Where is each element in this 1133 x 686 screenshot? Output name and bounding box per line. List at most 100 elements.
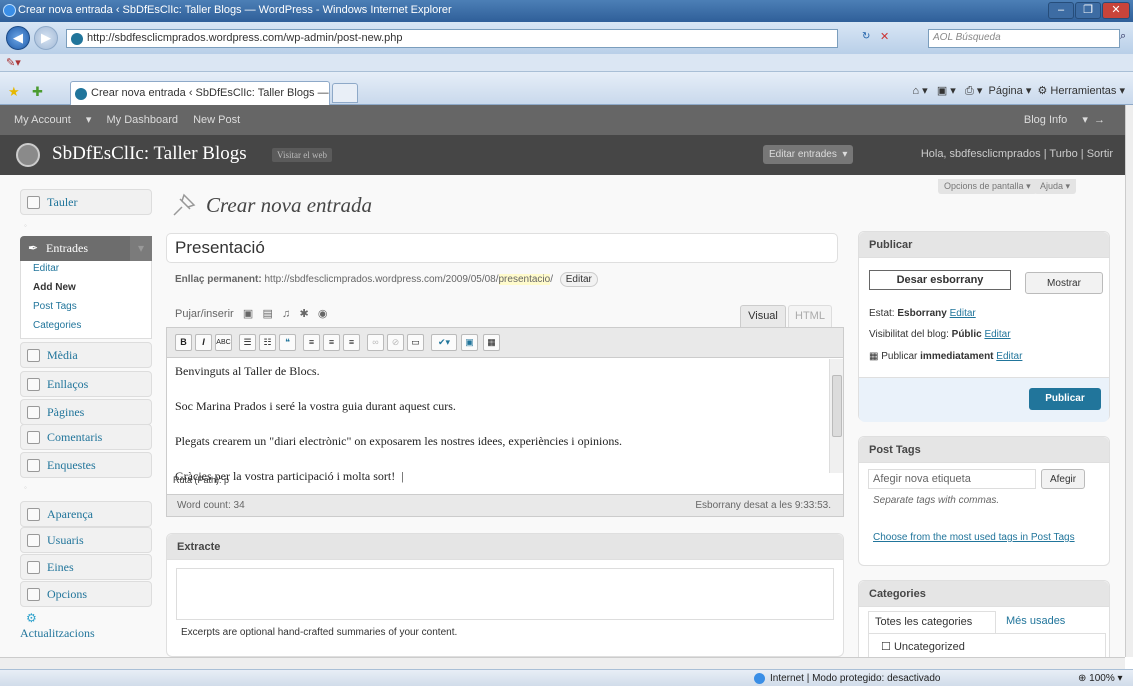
tab-html[interactable]: HTML bbox=[788, 305, 832, 327]
menu-settings[interactable]: Opcions bbox=[20, 581, 152, 607]
menu-media[interactable]: Mèdia bbox=[20, 342, 152, 368]
editor-scrollbar[interactable] bbox=[829, 359, 843, 473]
tab-visual[interactable]: Visual bbox=[740, 305, 786, 327]
search-input[interactable]: AOL Búsqueda bbox=[928, 29, 1120, 48]
new-tab-button[interactable] bbox=[332, 83, 358, 103]
preview-button[interactable]: Mostrar bbox=[1025, 272, 1103, 294]
close-window-button[interactable]: ✕ bbox=[1102, 2, 1130, 19]
tag-input[interactable]: Afegir nova etiqueta bbox=[868, 469, 1036, 489]
page-vertical-scrollbar[interactable] bbox=[1125, 105, 1133, 657]
menu-entries[interactable]: ✒ Entrades ▾ bbox=[20, 236, 152, 261]
link-icon[interactable]: ∞ bbox=[367, 334, 384, 351]
bullet-list-icon[interactable]: ☰ bbox=[239, 334, 256, 351]
home-icon bbox=[27, 196, 40, 209]
align-center-icon[interactable]: ≡ bbox=[323, 334, 340, 351]
unlink-icon[interactable]: ⊘ bbox=[387, 334, 404, 351]
category-checkbox[interactable]: ☐ bbox=[881, 641, 891, 653]
submenu-edit[interactable]: Editar bbox=[21, 261, 151, 280]
address-bar[interactable]: http://sbdfesclicmprados.wordpress.com/w… bbox=[66, 29, 838, 48]
editor-content[interactable]: Benvinguts al Taller de Blocs. Soc Marin… bbox=[175, 364, 825, 504]
page-menu[interactable]: Página ▾ bbox=[989, 85, 1032, 97]
categories-box: Categories Totes les categories Més usad… bbox=[858, 580, 1110, 657]
browser-tab-active[interactable]: Crear nova entrada ‹ SbDfEsClIc: Taller … bbox=[70, 81, 341, 105]
zoom-level[interactable]: ⊕ 100% ▾ bbox=[1078, 673, 1123, 684]
menu-comments[interactable]: Comentaris bbox=[20, 424, 152, 450]
users-icon bbox=[27, 534, 40, 547]
align-left-icon[interactable]: ≡ bbox=[303, 334, 320, 351]
visibility-edit-link[interactable]: Editar bbox=[984, 329, 1010, 340]
blockquote-icon[interactable]: ❝ bbox=[279, 334, 296, 351]
my-dashboard-link[interactable]: My Dashboard bbox=[107, 114, 179, 126]
save-draft-button[interactable]: Desar esborrany bbox=[869, 270, 1011, 290]
new-post-link[interactable]: New Post bbox=[193, 114, 240, 126]
add-video-icon[interactable]: ▤ bbox=[262, 308, 272, 320]
menu-polls[interactable]: Enquestes bbox=[20, 452, 152, 478]
post-title-input[interactable]: Presentació bbox=[166, 233, 838, 263]
forward-button[interactable]: ▶ bbox=[34, 26, 58, 50]
publish-title[interactable]: Publicar bbox=[859, 232, 1109, 258]
permalink-slug[interactable]: presentacio bbox=[498, 274, 551, 285]
visit-site-button[interactable]: Visitar el web bbox=[272, 148, 332, 162]
permalink-edit-button[interactable]: Editar bbox=[559, 272, 598, 287]
publish-button[interactable]: Publicar bbox=[1029, 388, 1101, 410]
add-media-icon[interactable]: ✱ bbox=[299, 308, 308, 320]
paragraph: Plegats crearem un "diari electrònic" on… bbox=[175, 434, 622, 448]
screen-options-button[interactable]: Opcions de pantalla ▾ bbox=[938, 179, 1037, 194]
print-icon[interactable]: ⎙ ▾ bbox=[965, 85, 982, 97]
maximize-button[interactable]: ❐ bbox=[1075, 2, 1101, 19]
submenu-categories[interactable]: Categories bbox=[21, 318, 151, 337]
window-title-bar: Crear nova entrada ‹ SbDfEsClIc: Taller … bbox=[0, 0, 1133, 22]
add-tag-button[interactable]: Afegir bbox=[1041, 469, 1085, 489]
add-audio-icon[interactable]: ♫ bbox=[282, 308, 290, 320]
italic-icon[interactable]: I bbox=[195, 334, 212, 351]
favorites-star-icon[interactable]: ★ bbox=[8, 84, 20, 100]
add-favorites-icon[interactable]: ✚ bbox=[32, 84, 43, 100]
back-button[interactable]: ◀ bbox=[6, 26, 30, 50]
schedule-edit-link[interactable]: Editar bbox=[996, 351, 1022, 362]
categories-title[interactable]: Categories bbox=[859, 581, 1109, 607]
numbered-list-icon[interactable]: ☷ bbox=[259, 334, 276, 351]
excerpt-title[interactable]: Extracte bbox=[167, 534, 843, 560]
publish-box: Publicar Desar esborrany Mostrar Estat: … bbox=[858, 231, 1110, 422]
minimize-button[interactable]: ‒ bbox=[1048, 2, 1074, 19]
fullscreen-icon[interactable]: ▣ bbox=[461, 334, 478, 351]
user-greeting[interactable]: Hola, sbdfesclicmprados | Turbo | Sortir bbox=[921, 148, 1113, 160]
menu-appearance[interactable]: Aparença bbox=[20, 501, 152, 527]
kitchen-sink-icon[interactable]: ▦ bbox=[483, 334, 500, 351]
more-tag-icon[interactable]: ▭ bbox=[407, 334, 424, 351]
feeds-icon[interactable]: ▣ ▾ bbox=[937, 85, 956, 97]
help-button[interactable]: Ajuda ▾ bbox=[1034, 179, 1077, 194]
menu-users[interactable]: Usuaris bbox=[20, 527, 152, 553]
blog-info-menu[interactable]: Blog Info ▾ → bbox=[1024, 113, 1105, 126]
edit-entries-dropdown[interactable]: Editar entrades ▾ bbox=[763, 145, 854, 164]
menu-links[interactable]: Enllaços bbox=[20, 371, 152, 397]
spellcheck-icon[interactable]: ✔▾ bbox=[431, 334, 457, 351]
menu-tools[interactable]: Eines bbox=[20, 554, 152, 580]
add-image-icon[interactable]: ▣ bbox=[243, 308, 253, 320]
blog-title[interactable]: SbDfEsClIc: Taller Blogs bbox=[52, 143, 247, 165]
status-edit-link[interactable]: Editar bbox=[950, 308, 976, 319]
strikethrough-icon[interactable]: ABC bbox=[215, 334, 232, 351]
bold-icon[interactable]: B bbox=[175, 334, 192, 351]
excerpt-input[interactable] bbox=[176, 568, 834, 620]
translate-icon[interactable]: ✎▾ bbox=[6, 56, 21, 69]
menu-updates[interactable]: ⚙ Actualitzacions bbox=[20, 611, 152, 651]
align-right-icon[interactable]: ≡ bbox=[343, 334, 360, 351]
search-icon[interactable]: ⌕ bbox=[1120, 30, 1126, 43]
post-tags-title[interactable]: Post Tags bbox=[859, 437, 1109, 463]
stop-icon[interactable]: ✕ bbox=[880, 30, 889, 43]
menu-pages[interactable]: Pàgines bbox=[20, 399, 152, 425]
menu-dashboard[interactable]: Tauler bbox=[20, 189, 152, 215]
add-poll-icon[interactable]: ◉ bbox=[318, 308, 328, 320]
my-account-link[interactable]: My Account ▾ bbox=[14, 114, 91, 126]
tab-all-categories[interactable]: Totes les categories bbox=[868, 611, 996, 633]
tools-menu[interactable]: ⚙ Herramientas ▾ bbox=[1037, 85, 1125, 97]
page-horizontal-scrollbar[interactable] bbox=[0, 657, 1125, 669]
submenu-post-tags[interactable]: Post Tags bbox=[21, 299, 151, 318]
tab-most-used[interactable]: Més usades bbox=[1006, 615, 1065, 627]
submenu-add-new[interactable]: Add New bbox=[21, 280, 151, 299]
polls-icon bbox=[27, 459, 40, 472]
most-used-tags-link[interactable]: Choose from the most used tags in Post T… bbox=[873, 532, 1093, 543]
refresh-icon[interactable]: ↻ bbox=[862, 31, 870, 42]
home-icon[interactable]: ⌂ ▾ bbox=[912, 85, 927, 97]
